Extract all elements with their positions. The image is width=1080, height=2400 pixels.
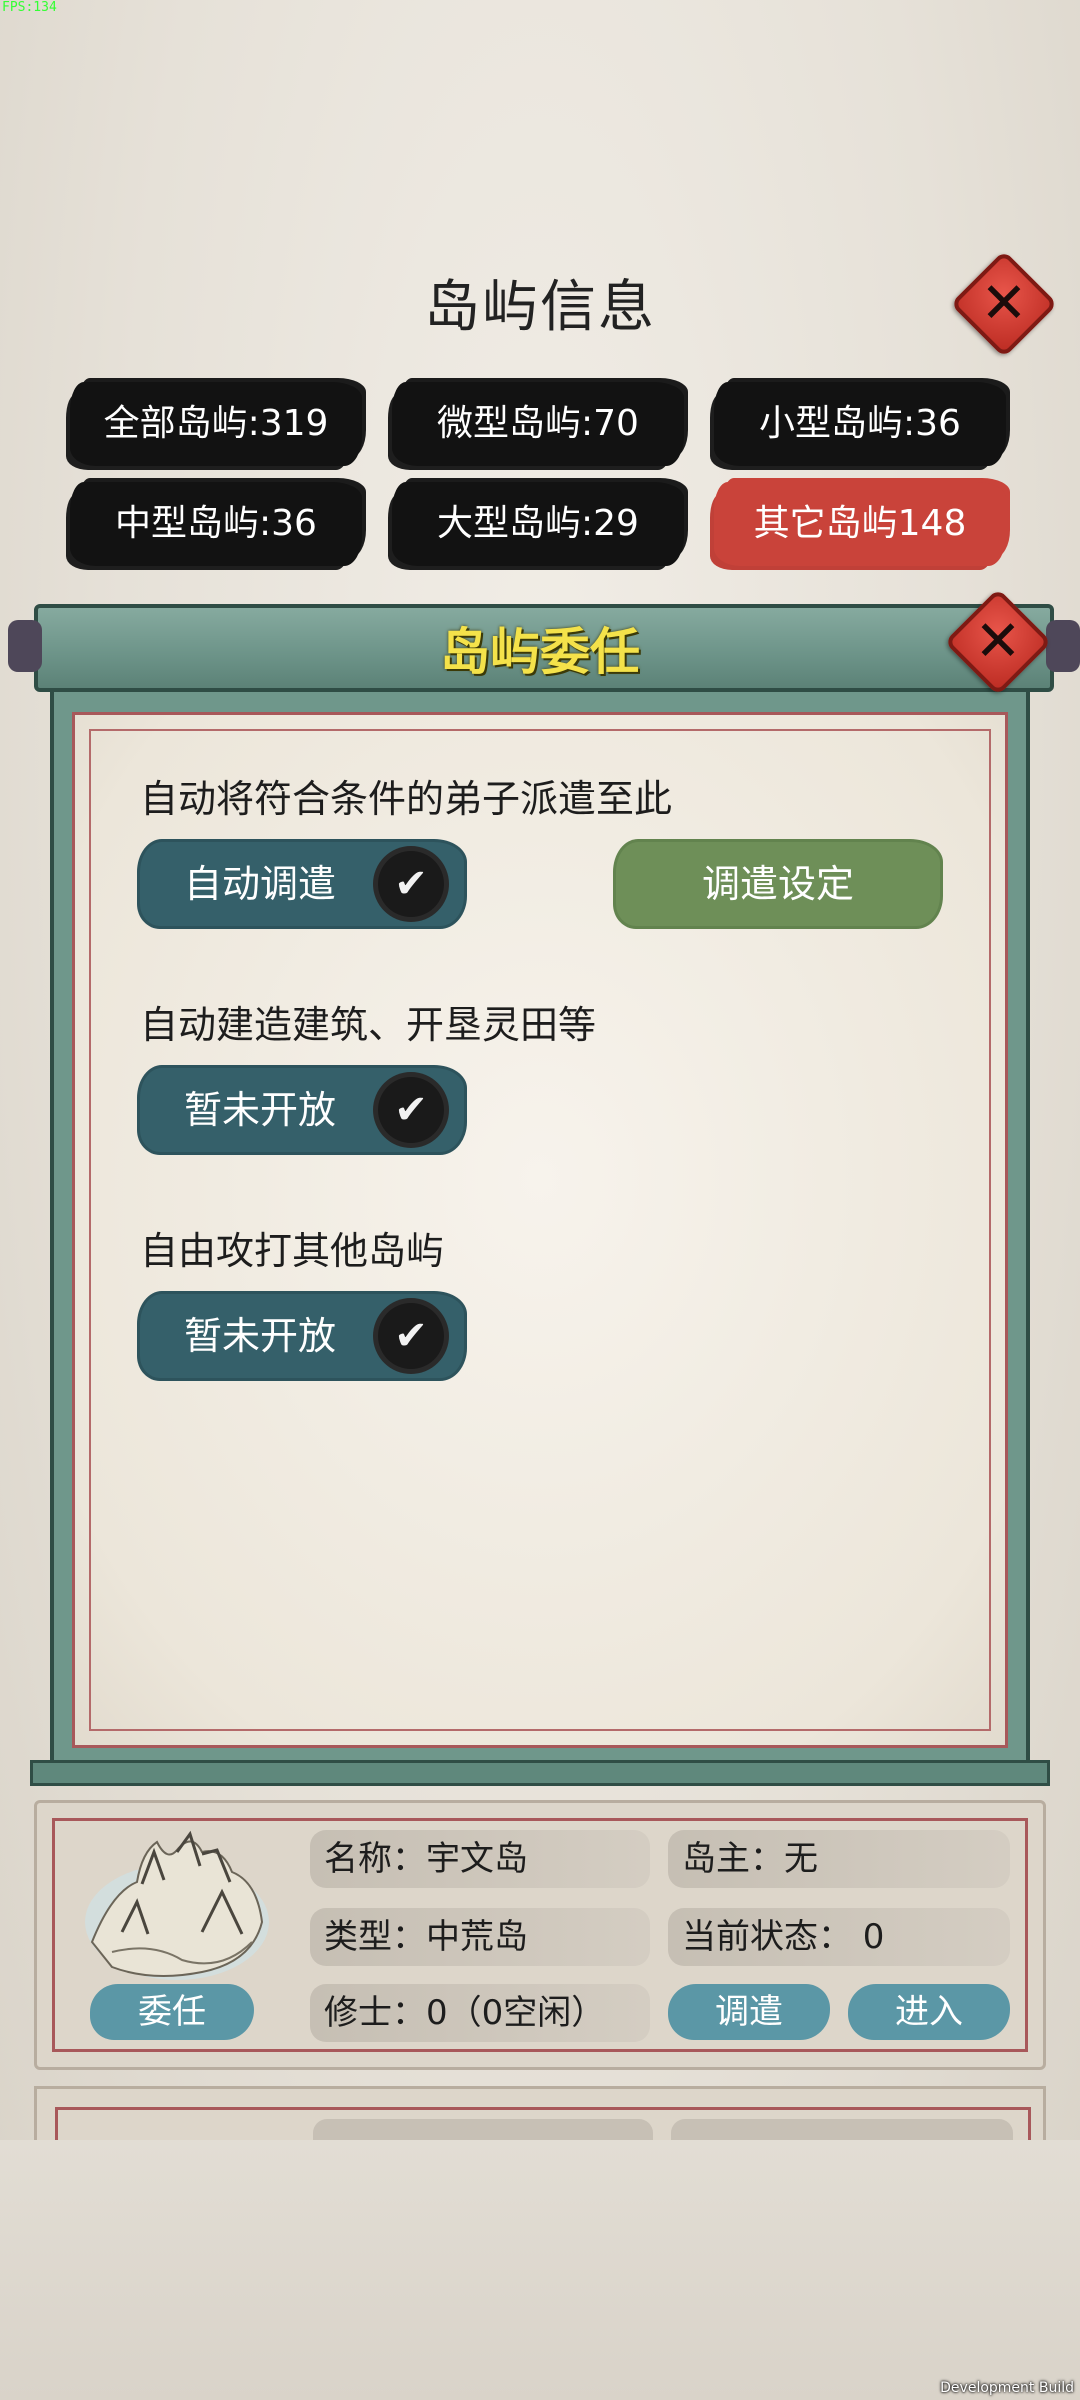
filter-micro-islands[interactable]: 微型岛屿:70 bbox=[392, 382, 684, 466]
auto-dispatch-toggle-label: 自动调遣 bbox=[184, 862, 337, 906]
island-status: 当前状态： 0 bbox=[668, 1908, 1010, 1966]
auto-dispatch-toggle[interactable]: 自动调遣 ✔ bbox=[140, 842, 464, 926]
checkmark-icon: ✔ bbox=[378, 1077, 444, 1143]
auto-dispatch-label: 自动将符合条件的弟子派遣至此 bbox=[140, 777, 673, 821]
auto-build-toggle[interactable]: 暂未开放 ✔ bbox=[140, 1068, 464, 1152]
modal-close-button[interactable]: ✕ bbox=[944, 588, 1052, 696]
page-title: 岛屿信息 bbox=[424, 275, 656, 340]
auto-build-label: 自动建造建筑、开垦灵田等 bbox=[140, 1003, 597, 1047]
dispatch-button[interactable]: 调遣 bbox=[668, 1984, 830, 2040]
free-attack-label: 自由攻打其他岛屿 bbox=[140, 1229, 445, 1273]
filter-all-islands[interactable]: 全部岛屿:319 bbox=[70, 382, 362, 466]
auto-build-toggle-label: 暂未开放 bbox=[184, 1088, 337, 1132]
close-icon: ✕ bbox=[974, 609, 1022, 674]
modal-title: 岛屿委任 bbox=[440, 623, 640, 681]
fps-counter: FPS:134 bbox=[2, 0, 57, 15]
island-cultivators: 修士：0（0空闲） bbox=[310, 1984, 650, 2042]
free-attack-toggle[interactable]: 暂未开放 ✔ bbox=[140, 1294, 464, 1378]
list-clip-area bbox=[0, 2140, 1080, 2400]
island-card-partial bbox=[34, 2086, 1046, 2140]
island-name: 名称：宇文岛 bbox=[310, 1830, 650, 1888]
checkmark-icon: ✔ bbox=[378, 851, 444, 917]
modal-scroll-base bbox=[30, 1760, 1050, 1786]
dispatch-settings-button[interactable]: 调遣设定 bbox=[616, 842, 940, 926]
filter-other-islands[interactable]: 其它岛屿148 bbox=[714, 482, 1006, 566]
close-button[interactable]: ✕ bbox=[950, 250, 1058, 358]
filter-medium-islands[interactable]: 中型岛屿:36 bbox=[70, 482, 362, 566]
free-attack-toggle-label: 暂未开放 bbox=[184, 1314, 337, 1358]
island-owner: 岛主：无 bbox=[668, 1830, 1010, 1888]
filter-large-islands[interactable]: 大型岛屿:29 bbox=[392, 482, 684, 566]
dev-build-label: Development Build bbox=[940, 2380, 1074, 2396]
filter-small-islands[interactable]: 小型岛屿:36 bbox=[714, 382, 1006, 466]
island-map-icon bbox=[85, 1830, 269, 1980]
island-type: 类型：中荒岛 bbox=[310, 1908, 650, 1966]
enter-button[interactable]: 进入 bbox=[848, 1984, 1010, 2040]
appoint-button[interactable]: 委任 bbox=[90, 1984, 254, 2040]
checkmark-icon: ✔ bbox=[378, 1303, 444, 1369]
close-icon: ✕ bbox=[980, 271, 1028, 336]
